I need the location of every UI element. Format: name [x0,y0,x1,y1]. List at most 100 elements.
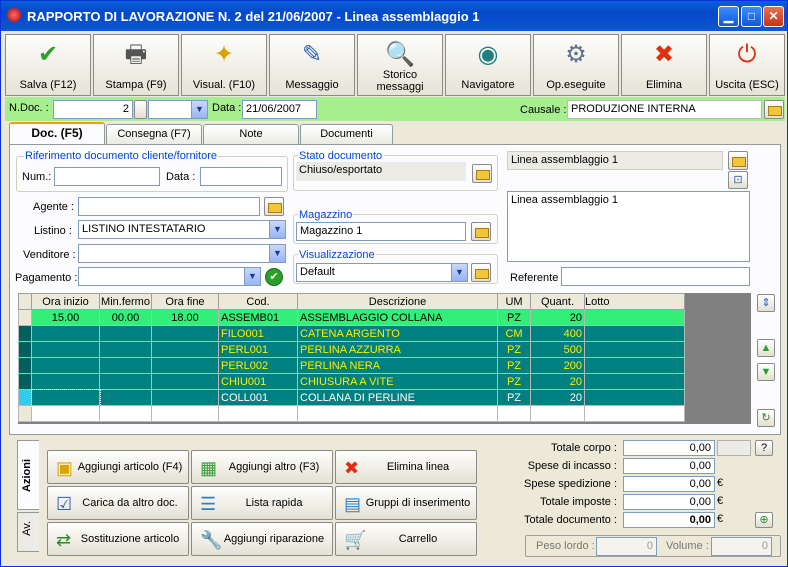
grid-cell[interactable] [31,357,100,374]
referente-field[interactable] [561,267,750,286]
grid-cell[interactable] [99,389,152,406]
magazzino-folder-button[interactable] [471,222,491,241]
visual-select[interactable]: Default ▼ [296,263,468,282]
action-button-1[interactable]: ▦ Aggiungi altro (F3) [191,450,333,484]
grid-cell[interactable]: ASSEMB01 [218,309,298,326]
grid-cell[interactable] [151,341,219,358]
causale-field[interactable]: PRODUZIONE INTERNA [567,100,762,119]
tab-consegna[interactable]: Consegna (F7) [106,124,202,144]
table-row[interactable]: PERL002 PERLINA NERA PZ 200 [18,357,685,374]
grid-cell[interactable] [584,325,685,342]
column-header[interactable]: UM [497,293,531,310]
title-bar[interactable]: RAPPORTO DI LAVORAZIONE N. 2 del 21/06/2… [1,1,787,31]
grid-cell[interactable] [584,309,685,326]
refresh-icon[interactable]: ↻ [757,409,775,427]
toolbar-button-1[interactable]: 🖶 Stampa (F9) [93,34,179,96]
venditore-select[interactable]: ▼ [78,244,286,263]
column-header[interactable]: Cod. [218,293,298,310]
help-button[interactable]: ? [755,440,773,456]
grid-cell[interactable] [99,373,152,390]
row-selector[interactable] [18,325,32,342]
action-button-2[interactable]: ✖ Elimina linea [335,450,477,484]
grid-cell[interactable] [530,405,585,422]
action-button-8[interactable]: 🛒 Carrello [335,522,477,556]
grid-cell[interactable]: PERLINA NERA [297,357,498,374]
grid-cell[interactable]: 15.00 [31,309,100,326]
grid-cell[interactable] [151,373,219,390]
grid-cell[interactable] [31,373,100,390]
grid-cell[interactable]: 20 [530,309,585,326]
column-header[interactable]: Quant. [530,293,585,310]
action-button-4[interactable]: ☰ Lista rapida [191,486,333,520]
move-updown-icon[interactable]: ⇕ [757,294,775,312]
tab-documenti[interactable]: Documenti [300,124,393,144]
date-field[interactable]: 21/06/2007 [242,100,317,119]
tab-azioni[interactable]: Azioni [17,440,39,510]
grid-cell[interactable] [151,325,219,342]
grid-cell[interactable] [151,405,219,422]
toolbar-button-4[interactable]: 🔍 Storico messaggi [357,34,443,96]
incasso-value[interactable]: 0,00 [623,458,715,474]
ndoc-field[interactable]: 2 [53,100,133,119]
close-button[interactable]: ✕ [763,6,784,27]
grid-cell[interactable]: 400 [530,325,585,342]
preview-icon[interactable]: ⊡ [728,171,748,189]
arrow-up-icon[interactable]: ▲ [757,339,775,357]
visual-folder-button[interactable] [471,263,491,282]
grid-cell[interactable] [30,388,101,407]
table-row[interactable]: CHIU001 CHIUSURA A VITE PZ 20 [18,373,685,390]
toolbar-button-7[interactable]: ✖ Elimina [621,34,707,96]
table-row[interactable]: PERL001 PERLINA AZZURRA PZ 500 [18,341,685,358]
grid-cell[interactable] [497,405,531,422]
action-button-0[interactable]: ▣ Aggiungi articolo (F4) [47,450,189,484]
magazzino-field[interactable]: Magazzino 1 [296,222,466,241]
grid-cell[interactable]: PZ [497,389,531,406]
row-selector[interactable] [18,341,32,358]
grid-cell[interactable] [151,357,219,374]
grid-cell[interactable] [297,405,498,422]
ndoc-series-select[interactable]: ▼ [148,100,208,119]
grid-cell[interactable] [31,325,100,342]
grid-cell[interactable] [218,405,298,422]
grid-cell[interactable] [99,405,152,422]
grid-cell[interactable]: CHIU001 [218,373,298,390]
num-field[interactable] [54,167,160,186]
grid-cell[interactable]: PZ [497,341,531,358]
grid-cell[interactable]: 18.00 [151,309,219,326]
grid-cell[interactable]: PZ [497,357,531,374]
spedizione-value[interactable]: 0,00 [623,476,715,492]
action-button-6[interactable]: ⇄ Sostituzione articolo [47,522,189,556]
grid-cell[interactable]: 20 [530,389,585,406]
toolbar-button-5[interactable]: ◉ Navigatore [445,34,531,96]
grid-cell[interactable] [584,373,685,390]
grid-cell[interactable]: CHIUSURA A VITE [297,373,498,390]
action-button-5[interactable]: ▤ Gruppi di inserimento [335,486,477,520]
agente-folder-button[interactable] [264,197,284,216]
column-header[interactable]: Ora inizio [31,293,100,310]
grid-cell[interactable] [31,341,100,358]
table-row[interactable]: COLL001 COLLANA DI PERLINE PZ 20 [18,388,685,407]
grid-cell[interactable]: PZ [497,373,531,390]
grid-cell[interactable]: 500 [530,341,585,358]
grid-cell[interactable]: COLL001 [218,389,298,406]
row-selector[interactable] [18,357,32,374]
grid-cell[interactable]: PERL002 [218,357,298,374]
grid-cell[interactable]: PZ [497,309,531,326]
table-row[interactable]: FILO001 CATENA ARGENTO CM 400 [18,325,685,342]
linea-memo[interactable]: Linea assemblaggio 1 [507,191,750,262]
ndoc-button[interactable] [134,100,147,119]
grid-cell[interactable]: CATENA ARGENTO [297,325,498,342]
toolbar-button-2[interactable]: ✦ Visual. (F10) [181,34,267,96]
grid-cell[interactable] [584,405,685,422]
grid-cell[interactable] [584,357,685,374]
column-header[interactable]: Descrizione [297,293,498,310]
row-selector[interactable] [18,405,32,422]
minimize-button[interactable]: ▁ [718,6,739,27]
grid-cell[interactable]: 20 [530,373,585,390]
tab-note[interactable]: Note [203,124,299,144]
stato-folder-button[interactable] [472,164,492,183]
grid-cell[interactable] [584,341,685,358]
toolbar-button-0[interactable]: ✔ Salva (F12) [5,34,91,96]
linea-folder-button[interactable] [728,151,748,170]
tab-av[interactable]: Av. [17,512,39,552]
